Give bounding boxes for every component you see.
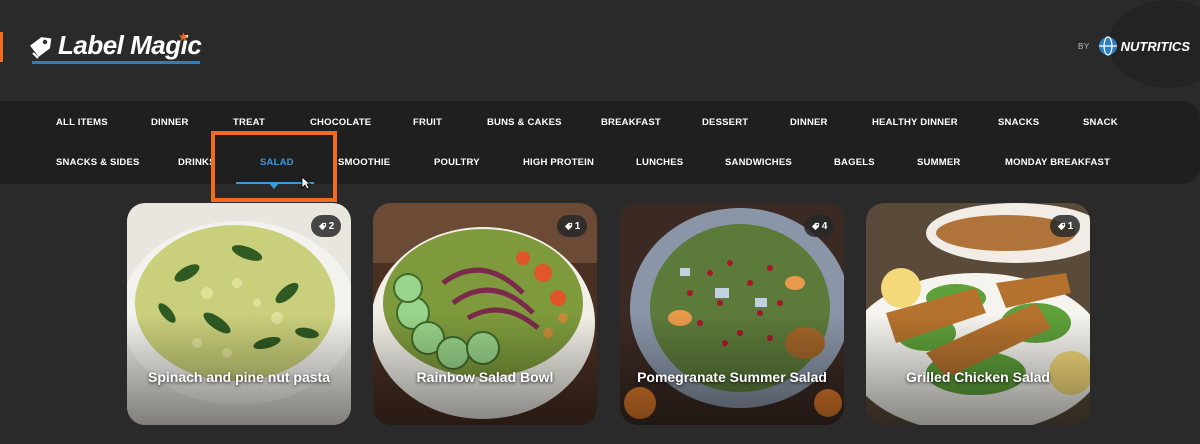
header-accent-bar (0, 32, 3, 62)
recipe-card-spinach-pasta[interactable]: 2 Spinach and pine nut pasta (127, 203, 351, 425)
recipe-title: Pomegranate Summer Salad (637, 369, 827, 385)
nav-item-poultry[interactable]: POULTRY (434, 157, 480, 168)
nav-item-snacks-sides[interactable]: SNACKS & SIDES (56, 157, 140, 168)
nav-item-lunches[interactable]: LUNCHES (636, 157, 683, 168)
nav-item-healthy-dinner[interactable]: HEALTHY DINNER (872, 117, 958, 128)
header: Label Magic ★ BY NUTRITICS (0, 0, 1200, 100)
mouse-cursor-icon (301, 176, 311, 190)
nav-item-breakfast[interactable]: BREAKFAST (601, 117, 661, 128)
tag-icon (564, 222, 572, 230)
tag-count-badge: 2 (311, 215, 341, 237)
recipe-title: Grilled Chicken Salad (906, 369, 1050, 385)
nav-item-smoothie[interactable]: SMOOTHIE (338, 157, 390, 168)
category-nav (0, 101, 1200, 184)
label-magic-logo[interactable]: Label Magic (26, 30, 202, 64)
nav-item-snacks[interactable]: SNACKS (998, 117, 1039, 128)
active-tab-caret (269, 183, 279, 189)
tag-count: 2 (328, 220, 335, 232)
tag-count: 4 (821, 220, 828, 232)
nav-item-drinks[interactable]: DRINKS (178, 157, 216, 168)
nutritics-byline[interactable]: BY NUTRITICS (1078, 36, 1190, 56)
logo-star-icon: ★ (178, 30, 189, 44)
recipe-card-rainbow-salad-bowl[interactable]: 1 Rainbow Salad Bowl (373, 203, 597, 425)
tag-icon (811, 222, 819, 230)
nav-item-treat[interactable]: TREAT (233, 117, 265, 128)
nav-item-chocolate[interactable]: CHOCOLATE (310, 117, 371, 128)
tag-icon (318, 222, 326, 230)
tag-count-badge: 4 (804, 215, 834, 237)
nav-item-snack[interactable]: SNACK (1083, 117, 1118, 128)
tag-count-badge: 1 (557, 215, 587, 237)
nav-item-bagels[interactable]: BAGELS (834, 157, 875, 168)
nav-item-summer[interactable]: SUMMER (917, 157, 960, 168)
nav-item-dessert[interactable]: DESSERT (702, 117, 748, 128)
globe-icon (1098, 36, 1117, 56)
nav-item-high-protein[interactable]: HIGH PROTEIN (523, 157, 594, 168)
nav-item-dinner-2[interactable]: DINNER (790, 117, 828, 128)
price-tag-icon (30, 37, 52, 59)
recipe-card-grilled-chicken-salad[interactable]: 1 Grilled Chicken Salad (866, 203, 1090, 425)
tag-icon (1057, 222, 1065, 230)
tag-count: 1 (1067, 220, 1074, 232)
nav-item-buns-cakes[interactable]: BUNS & CAKES (487, 117, 562, 128)
nav-item-dinner[interactable]: DINNER (151, 117, 189, 128)
nav-item-sandwiches[interactable]: SANDWICHES (725, 157, 792, 168)
nav-item-all-items[interactable]: ALL ITEMS (56, 117, 108, 128)
nav-item-salad[interactable]: SALAD (260, 157, 294, 168)
partner-name: NUTRITICS (1120, 38, 1190, 54)
recipe-title: Rainbow Salad Bowl (416, 369, 554, 385)
nav-item-monday-breakfast[interactable]: MONDAY BREAKFAST (1005, 157, 1110, 168)
nav-item-fruit[interactable]: FRUIT (413, 117, 442, 128)
logo-underline (32, 61, 200, 64)
tag-count: 1 (574, 220, 581, 232)
tag-count-badge: 1 (1050, 215, 1080, 237)
recipe-card-pomegranate-salad[interactable]: 4 Pomegranate Summer Salad (620, 203, 844, 425)
recipe-title: Spinach and pine nut pasta (147, 369, 331, 385)
by-label: BY (1077, 41, 1090, 51)
